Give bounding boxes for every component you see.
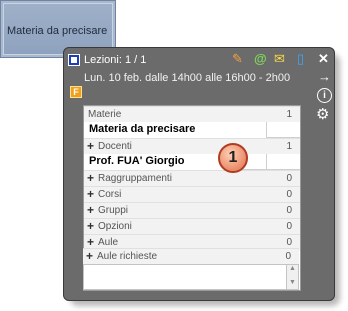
expand-plus-icon[interactable]: + bbox=[87, 203, 94, 217]
row-label: Aule bbox=[98, 237, 119, 248]
row-label: Gruppi bbox=[98, 205, 129, 216]
scroll-down-icon[interactable]: ▼ bbox=[289, 279, 296, 286]
select-square-icon[interactable] bbox=[68, 54, 80, 66]
subject-extra-cell bbox=[266, 122, 300, 138]
scroll-up-icon[interactable]: ▲ bbox=[289, 265, 296, 272]
teacher-value: Prof. FUA' Giorgio bbox=[89, 155, 185, 167]
row-raggruppamenti[interactable]: + Raggruppamenti 0 bbox=[84, 170, 300, 187]
popup-title: Lezioni: 1 / 1 bbox=[84, 54, 147, 66]
row-subject-value[interactable]: Materia da precisare bbox=[84, 122, 300, 138]
memo-field[interactable]: ▲ ▼ bbox=[83, 264, 299, 290]
popup-datetime: Lun. 10 feb. dalle 14h00 alle 16h00 - 2h… bbox=[84, 72, 291, 84]
mail-icon[interactable]: ✉ bbox=[274, 52, 285, 66]
row-corsi[interactable]: + Corsi 0 bbox=[84, 186, 300, 203]
gear-icon[interactable]: ⚙ bbox=[316, 107, 329, 122]
subject-value: Materia da precisare bbox=[89, 123, 196, 135]
close-icon[interactable]: ✕ bbox=[318, 52, 329, 66]
expand-plus-icon[interactable]: + bbox=[87, 171, 94, 185]
callout-marker: 1 bbox=[218, 143, 248, 173]
arrow-right-icon[interactable]: → bbox=[318, 70, 331, 84]
row-label: Opzioni bbox=[98, 221, 132, 232]
row-label: Raggruppamenti bbox=[98, 173, 172, 184]
edit-icon[interactable]: ✎ bbox=[232, 52, 243, 66]
lesson-tile-label: Materia da precisare bbox=[7, 25, 108, 37]
row-teacher-value[interactable]: Prof. FUA' Giorgio bbox=[84, 154, 300, 170]
expand-plus-icon[interactable]: + bbox=[87, 139, 94, 153]
expand-plus-icon[interactable]: + bbox=[87, 219, 94, 233]
row-materie[interactable]: Materie 1 bbox=[84, 106, 300, 123]
row-gruppi[interactable]: + Gruppi 0 bbox=[84, 202, 300, 219]
row-label: Corsi bbox=[98, 189, 122, 200]
expand-plus-icon[interactable]: + bbox=[87, 187, 94, 201]
row-opzioni[interactable]: + Opzioni 0 bbox=[84, 218, 300, 235]
f-badge-icon: F bbox=[70, 86, 82, 98]
row-docenti[interactable]: + Docenti 1 bbox=[84, 138, 300, 155]
row-label: Materie bbox=[88, 109, 122, 120]
teacher-extra-cell-2 bbox=[266, 154, 300, 170]
phone-icon[interactable]: ▯ bbox=[297, 52, 304, 66]
row-aule-richieste[interactable]: + Aule richieste 0 bbox=[83, 248, 299, 265]
row-label: Docenti bbox=[98, 141, 132, 152]
expand-plus-icon[interactable]: + bbox=[86, 249, 93, 263]
at-icon[interactable]: @ bbox=[254, 52, 267, 66]
memo-scrollbar[interactable]: ▲ ▼ bbox=[286, 265, 298, 289]
expand-plus-icon[interactable]: + bbox=[87, 235, 94, 249]
row-label: Aule richieste bbox=[97, 251, 158, 262]
info-icon[interactable]: i bbox=[317, 88, 332, 103]
row-count: 0 bbox=[285, 251, 291, 262]
